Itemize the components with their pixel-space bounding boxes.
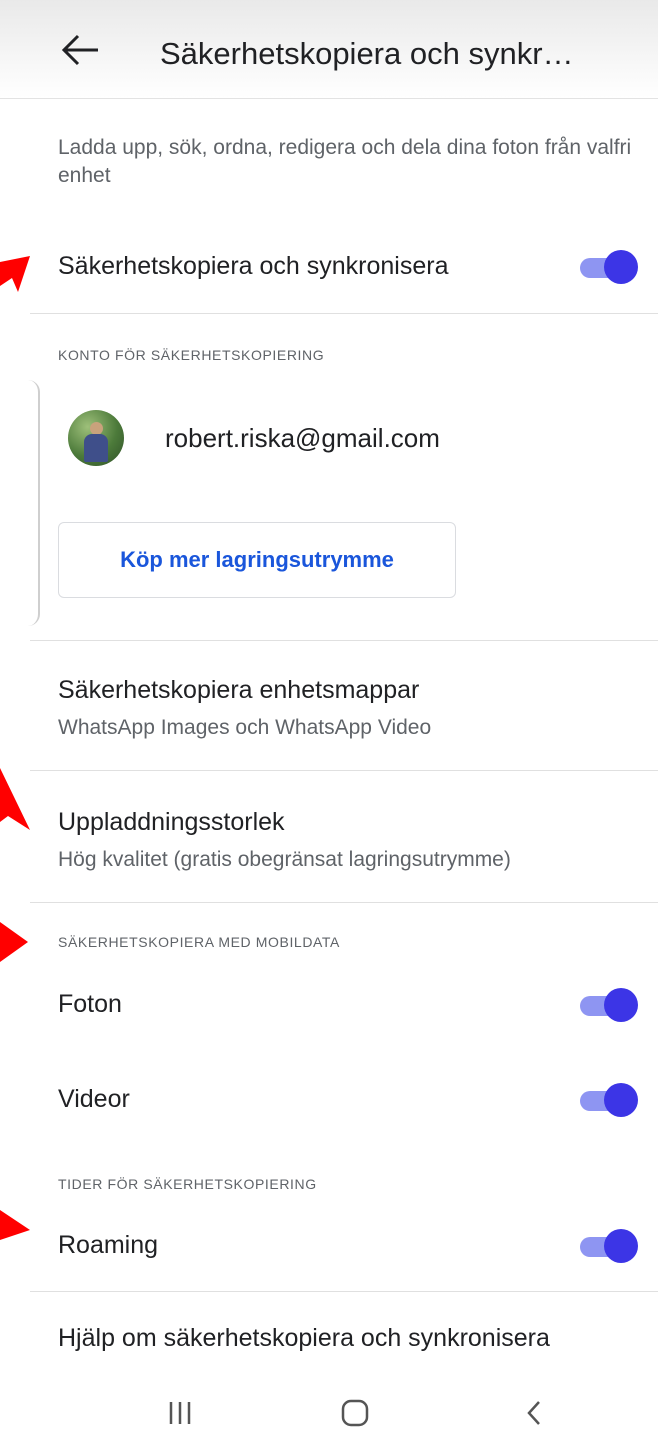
recent-apps-icon[interactable]	[168, 1398, 192, 1428]
switch-thumb	[604, 250, 638, 284]
account-section-header: KONTO FÖR SÄKERHETSKOPIERING	[58, 347, 325, 363]
photos-label: Foton	[58, 990, 122, 1018]
photos-switch[interactable]	[580, 988, 638, 1022]
switch-thumb	[604, 1229, 638, 1263]
backup-times-section-header: TIDER FÖR SÄKERHETSKOPIERING	[58, 1176, 317, 1192]
roaming-switch[interactable]	[580, 1229, 638, 1263]
videos-switch[interactable]	[580, 1083, 638, 1117]
avatar	[68, 410, 124, 466]
divider	[30, 1291, 658, 1292]
divider	[30, 640, 658, 641]
divider	[30, 770, 658, 771]
divider	[30, 902, 658, 903]
help-link[interactable]: Hjälp om säkerhetskopiera och synkronise…	[58, 1324, 550, 1353]
annotation-arrow-icon	[0, 1210, 30, 1240]
mobile-data-section-header: SÄKERHETSKOPIERA MED MOBILDATA	[58, 934, 340, 950]
upload-size-label: Uppladdningsstorlek	[58, 808, 285, 836]
annotation-arrow-icon	[0, 768, 30, 830]
backup-sync-label: Säkerhetskopiera och synkronisera	[58, 252, 449, 280]
divider	[30, 313, 658, 314]
switch-thumb	[604, 988, 638, 1022]
home-icon[interactable]	[340, 1398, 370, 1428]
roaming-label: Roaming	[58, 1231, 159, 1259]
annotation-arrow-icon	[0, 922, 28, 962]
description-text: Ladda upp, sök, ordna, redigera och dela…	[58, 136, 632, 187]
account-email: robert.riska@gmail.com	[165, 423, 440, 453]
backup-sync-switch[interactable]	[580, 250, 638, 284]
arrow-left-icon[interactable]	[58, 30, 102, 70]
system-nav-bar	[0, 1390, 658, 1440]
upload-size-value: Hög kvalitet (gratis obegränsat lagrings…	[58, 848, 511, 871]
device-folders-value: WhatsApp Images och WhatsApp Video	[58, 716, 432, 739]
buy-storage-button[interactable]: Köp mer lagringsutrymme	[58, 522, 456, 598]
videos-label: Videor	[58, 1085, 130, 1113]
page-title: Säkerhetskopiera och synkr…	[160, 36, 574, 71]
app-bar: Säkerhetskopiera och synkr…	[0, 0, 658, 99]
device-folders-label: Säkerhetskopiera enhetsmappar	[58, 676, 420, 704]
annotation-arrow-icon	[0, 256, 30, 292]
switch-thumb	[604, 1083, 638, 1117]
section-bracket	[28, 380, 40, 626]
back-icon[interactable]	[524, 1398, 544, 1428]
